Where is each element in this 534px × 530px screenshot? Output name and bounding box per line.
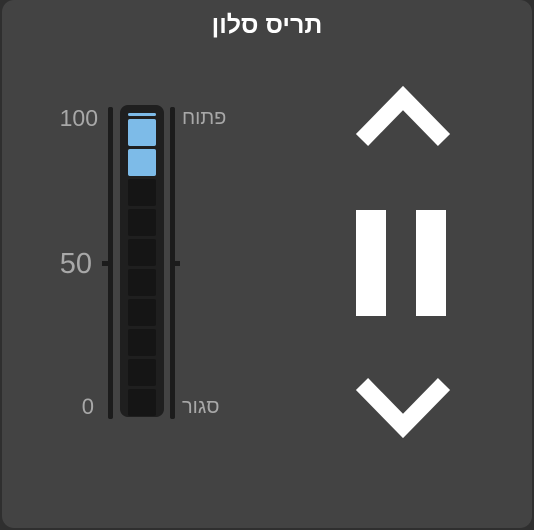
pause-icon (356, 210, 446, 316)
scale-max-label: 100 (59, 105, 98, 131)
gauge-segment (128, 209, 156, 236)
card-title: תריס סלון (211, 11, 323, 39)
gauge-segment (128, 239, 156, 266)
open-label: פתוח (182, 107, 227, 129)
gauge-segment (128, 299, 156, 326)
gauge-top-sliver (128, 113, 156, 116)
chevron-up-icon (355, 85, 451, 146)
scale-mid-tick-left (102, 261, 109, 266)
close-cover-button[interactable] (350, 374, 456, 444)
scale-mid-label: 50 (59, 248, 92, 280)
open-cover-button[interactable] (350, 80, 456, 150)
cover-control-card: תריס סלון 100 50 0 פתוח סגור (2, 0, 532, 528)
chevron-down-icon (355, 378, 451, 439)
gauge-segment-lit (128, 149, 156, 176)
gauge-segment (128, 329, 156, 356)
gauge-segment (128, 269, 156, 296)
gauge-segment (128, 179, 156, 206)
gauge-segment (128, 389, 156, 416)
closed-label: סגור (182, 396, 220, 418)
gauge-segment-lit (128, 119, 156, 146)
scale-mid-tick-right (173, 261, 180, 266)
stop-cover-button[interactable] (352, 206, 454, 320)
gauge-segment (128, 359, 156, 386)
scale-min-label: 0 (81, 394, 94, 419)
position-gauge[interactable] (120, 105, 164, 417)
